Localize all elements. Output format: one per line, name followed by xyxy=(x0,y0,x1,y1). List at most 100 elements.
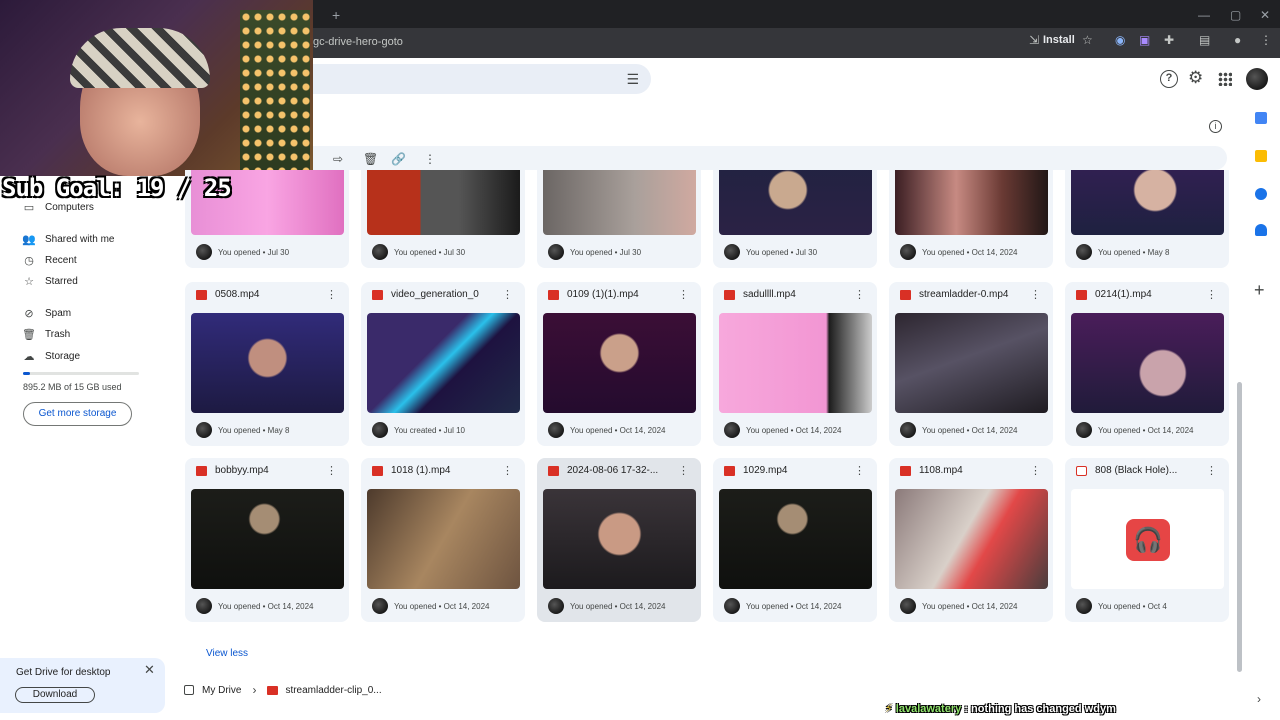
keep-icon[interactable] xyxy=(1255,150,1267,162)
more-options-icon[interactable]: ⋮ xyxy=(854,288,865,301)
maximize-icon[interactable]: ▢ xyxy=(1230,8,1241,22)
file-thumbnail[interactable] xyxy=(719,313,872,413)
more-options-icon[interactable]: ⋮ xyxy=(1206,464,1217,477)
extension-icon[interactable]: ◉ xyxy=(1115,33,1125,51)
calendar-icon[interactable] xyxy=(1255,112,1267,124)
storage-usage-bar xyxy=(23,372,139,375)
contacts-icon[interactable] xyxy=(1255,224,1267,236)
breadcrumb-current[interactable]: streamladder-clip_0... xyxy=(285,685,381,696)
file-thumbnail[interactable]: 🎧 xyxy=(1071,489,1224,589)
sidebar-item-recent[interactable]: ◷ Recent xyxy=(22,251,77,269)
file-thumbnail[interactable] xyxy=(191,489,344,589)
chat-message: : nothing has changed wdym xyxy=(961,703,1116,715)
file-card[interactable]: 1018 (1).mp4 ⋮ You opened • Oct 14, 2024 xyxy=(361,458,525,622)
twitch-extension-icon[interactable]: ▣ xyxy=(1139,33,1150,51)
install-button[interactable]: Install xyxy=(1043,34,1075,46)
file-activity-text: You opened • May 8 xyxy=(218,425,290,435)
view-less-link[interactable]: View less xyxy=(206,648,248,659)
file-card[interactable]: video_generation_0 ⋮ You created • Jul 10 xyxy=(361,282,525,446)
scrollbar[interactable] xyxy=(1237,382,1242,672)
search-options-icon[interactable]: ☰ xyxy=(626,71,639,88)
file-thumbnail[interactable] xyxy=(543,489,696,589)
get-addons-icon[interactable]: + xyxy=(1254,280,1265,301)
file-thumbnail[interactable] xyxy=(1071,170,1224,235)
file-card[interactable]: 2024-08-06 17-32-... ⋮ You opened • Oct 14… xyxy=(537,458,701,622)
file-card[interactable]: 0109 (1)(1).mp4 ⋮ You opened • Oct 14, 202… xyxy=(537,282,701,446)
file-name: 2024-08-06 17-32-... xyxy=(567,465,659,476)
file-card[interactable]: 808 (Black Hole)... ⋮ 🎧 You opened • Oct 4 xyxy=(1065,458,1229,622)
chevron-right-icon: › xyxy=(252,683,257,697)
more-options-icon[interactable]: ⋮ xyxy=(326,288,337,301)
file-thumbnail[interactable] xyxy=(719,489,872,589)
move-to-folder-icon[interactable]: ⇨ xyxy=(333,152,343,166)
more-options-icon[interactable]: ⋮ xyxy=(678,464,689,477)
tasks-icon[interactable] xyxy=(1255,188,1267,200)
sidebar-item-spam[interactable]: ⊘ Spam xyxy=(22,304,71,322)
file-card[interactable]: ⋮You opened • May 8 xyxy=(1065,170,1229,268)
storage-usage-text: 895.2 MB of 15 GB used xyxy=(23,382,122,392)
file-activity: You opened • Jul 30 xyxy=(548,244,641,260)
sidebar-panel-icon[interactable]: ▤ xyxy=(1199,33,1210,51)
file-thumbnail[interactable] xyxy=(367,489,520,589)
account-avatar[interactable] xyxy=(1246,68,1268,90)
file-card[interactable]: 1108.mp4 ⋮ You opened • Oct 14, 2024 xyxy=(889,458,1053,622)
more-options-icon[interactable]: ⋮ xyxy=(1030,464,1041,477)
file-thumbnail[interactable] xyxy=(895,489,1048,589)
drive-search-bar[interactable]: ☰ xyxy=(313,64,651,94)
file-thumbnail[interactable] xyxy=(895,313,1048,413)
google-apps-icon[interactable] xyxy=(1218,72,1232,86)
sidebar-item-shared-with-me[interactable]: 👥 Shared with me xyxy=(22,230,114,248)
chevron-right-icon[interactable]: › xyxy=(1257,692,1261,706)
more-options-icon[interactable]: ⋮ xyxy=(678,288,689,301)
file-card[interactable]: streamladder-0.mp4 ⋮ You opened • Oct 14, … xyxy=(889,282,1053,446)
file-activity-text: You opened • Oct 14, 2024 xyxy=(922,425,1018,435)
file-card[interactable]: sadullll.mp4 ⋮ You opened • Oct 14, 2024 xyxy=(713,282,877,446)
copy-link-icon[interactable]: 🔗 xyxy=(391,152,406,166)
file-card[interactable]: ⋮You opened • Jul 30 xyxy=(361,170,525,268)
more-options-icon[interactable]: ⋮ xyxy=(1030,288,1041,301)
minimize-icon[interactable]: — xyxy=(1198,8,1210,22)
file-thumbnail[interactable] xyxy=(543,170,696,235)
file-card[interactable]: 0214(1).mp4 ⋮ You opened • Oct 14, 2024 xyxy=(1065,282,1229,446)
file-thumbnail[interactable] xyxy=(895,170,1048,235)
file-thumbnail[interactable] xyxy=(367,313,520,413)
profile-icon[interactable]: ● xyxy=(1234,33,1241,51)
file-card[interactable]: 1029.mp4 ⋮ You opened • Oct 14, 2024 xyxy=(713,458,877,622)
more-actions-icon[interactable]: ⋮ xyxy=(424,152,436,166)
file-activity: You opened • Oct 14, 2024 xyxy=(724,422,841,438)
download-button[interactable]: Download xyxy=(15,687,95,703)
breadcrumb-root[interactable]: My Drive xyxy=(202,685,241,696)
more-options-icon[interactable]: ⋮ xyxy=(502,464,513,477)
file-thumbnail[interactable] xyxy=(1071,313,1224,413)
file-thumbnail[interactable] xyxy=(543,313,696,413)
file-card[interactable]: bobbyy.mp4 ⋮ You opened • Oct 14, 2024 xyxy=(185,458,349,622)
close-window-icon[interactable]: ✕ xyxy=(1260,8,1270,22)
file-activity-text: You opened • Oct 14, 2024 xyxy=(570,601,666,611)
sidebar-item-storage[interactable]: ☁ Storage xyxy=(22,347,81,365)
file-card[interactable]: 0508.mp4 ⋮ You opened • May 8 xyxy=(185,282,349,446)
bookmark-star-icon[interactable]: ☆ xyxy=(1082,33,1093,51)
file-thumbnail[interactable] xyxy=(719,170,872,235)
file-card[interactable]: ⋮You opened • Jul 30 xyxy=(537,170,701,268)
new-tab-icon[interactable]: + xyxy=(332,7,340,23)
browser-menu-icon[interactable]: ⋮ xyxy=(1260,33,1272,51)
settings-gear-icon[interactable]: ⚙ xyxy=(1188,68,1203,88)
file-activity: You created • Jul 10 xyxy=(372,422,465,438)
close-icon[interactable]: ✕ xyxy=(144,662,155,678)
file-thumbnail[interactable] xyxy=(367,170,520,235)
more-options-icon[interactable]: ⋮ xyxy=(854,464,865,477)
sidebar-item-trash[interactable]: 🗑 Trash xyxy=(22,325,70,343)
file-card[interactable]: ⋮You opened • Oct 14, 2024 xyxy=(889,170,1053,268)
owner-avatar xyxy=(372,422,388,438)
extensions-puzzle-icon[interactable]: ✚ xyxy=(1164,33,1174,51)
help-icon[interactable]: ? xyxy=(1160,70,1178,88)
file-thumbnail[interactable] xyxy=(191,313,344,413)
file-card[interactable]: ⋮You opened • Jul 30 xyxy=(713,170,877,268)
sidebar-item-starred[interactable]: ☆ Starred xyxy=(22,272,78,290)
get-more-storage-button[interactable]: Get more storage xyxy=(23,402,132,426)
more-options-icon[interactable]: ⋮ xyxy=(502,288,513,301)
info-icon[interactable]: i xyxy=(1209,120,1222,133)
more-options-icon[interactable]: ⋮ xyxy=(326,464,337,477)
delete-icon[interactable]: 🗑 xyxy=(363,152,378,166)
more-options-icon[interactable]: ⋮ xyxy=(1206,288,1217,301)
